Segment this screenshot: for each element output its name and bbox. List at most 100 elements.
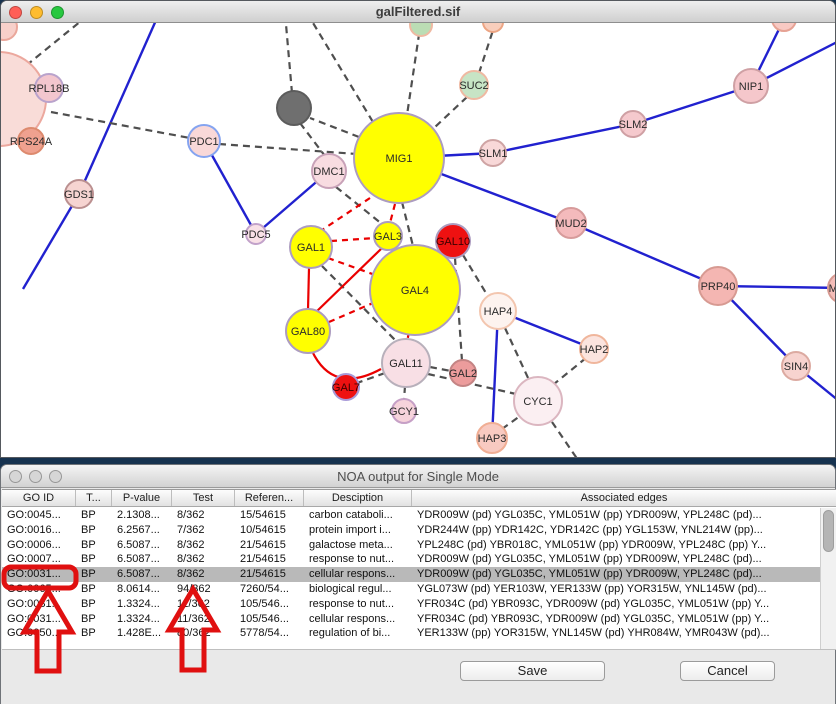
graph-node-label: GDS1 [64, 189, 94, 201]
cell-type: BP [76, 597, 112, 612]
graph-node-label: MUD2 [555, 218, 586, 230]
graph-edge [23, 194, 79, 289]
graph-node-unlabeled[interactable] [772, 23, 796, 31]
cell-go_id: GO:0050... [2, 626, 76, 641]
graph-edge [285, 23, 292, 93]
column-header-reference[interactable]: Referen... [235, 490, 304, 506]
noa-window-titlebar[interactable]: NOA output for Single Mode [1, 465, 835, 488]
network-graph: RPL18BRPS24AGDS1PDC1SUC2SLM1SLM2NIP1MUD2… [1, 23, 836, 458]
cell-reference: 15/54615 [235, 508, 304, 523]
cell-p_value: 6.5087... [112, 567, 172, 582]
cell-edges: YGL073W (pd) YER103W, YER133W (pp) YOR31… [412, 582, 820, 597]
cell-description: regulation of bi... [304, 626, 412, 641]
graph-node-label: DMC1 [313, 166, 344, 178]
table-row[interactable]: GO:0065...BP8.0614...94/3627260/54...bio… [2, 582, 820, 597]
zoom-button-icon[interactable] [51, 6, 64, 19]
table-row[interactable]: GO:0031...BP1.3324...11/362105/546...cel… [2, 612, 820, 627]
cell-test: 8/362 [172, 538, 235, 553]
network-window-titlebar[interactable]: galFiltered.sif [1, 1, 835, 23]
table-row[interactable]: GO:0006...BP6.5087...8/36221/54615galact… [2, 538, 820, 553]
cell-reference: 5778/54... [235, 626, 304, 641]
cell-test: 11/362 [172, 612, 235, 627]
screen: RPL18BRPS24AGDS1PDC1SUC2SLM1SLM2NIP1MUD2… [0, 0, 836, 704]
table-row[interactable]: GO:0045...BP2.1308...8/36215/54615carbon… [2, 508, 820, 523]
cell-edges: YDR009W (pd) YGL035C, YML051W (pp) YDR00… [412, 508, 820, 523]
graph-node-label: GAL1 [297, 242, 325, 254]
cell-go_id: GO:0065... [2, 582, 76, 597]
graph-node-unlabeled[interactable] [1, 23, 17, 40]
graph-edge [51, 112, 190, 138]
cancel-button[interactable]: Cancel [680, 661, 775, 681]
graph-node-label: GAL2 [449, 368, 477, 380]
graph-edge [331, 238, 375, 241]
network-canvas[interactable]: RPL18BRPS24AGDS1PDC1SUC2SLM1SLM2NIP1MUD2… [1, 23, 836, 458]
cell-p_value: 1.3324... [112, 597, 172, 612]
graph-node-unlabeled[interactable] [277, 91, 311, 125]
graph-edge [404, 386, 405, 400]
cell-test: 11/362 [172, 597, 235, 612]
cell-p_value: 1.428E... [112, 626, 172, 641]
cell-test: 80/362 [172, 626, 235, 641]
noa-window-title: NOA output for Single Mode [337, 469, 499, 484]
vertical-scrollbar[interactable] [820, 508, 836, 650]
cell-edges: YFR034C (pd) YBR093C, YDR009W (pd) YGL03… [412, 612, 820, 627]
cell-type: BP [76, 523, 112, 538]
cell-type: BP [76, 508, 112, 523]
table-row[interactable]: GO:0007...BP6.5087...8/36221/54615respon… [2, 552, 820, 567]
save-button[interactable]: Save [460, 661, 605, 681]
cell-description: protein import i... [304, 523, 412, 538]
table-header[interactable]: GO ID T... P-value Test Referen... Desci… [2, 490, 836, 507]
cell-test: 8/362 [172, 567, 235, 582]
cell-description: cellular respons... [304, 612, 412, 627]
cell-type: BP [76, 552, 112, 567]
cell-edges: YDR009W (pd) YGL035C, YML051W (pp) YDR00… [412, 567, 820, 582]
graph-node-label: GAL7 [332, 382, 360, 394]
cell-edges: YPL248C (pd) YBR018C, YML051W (pp) YDR00… [412, 538, 820, 553]
table-row[interactable]: GO:0016...BP6.2567...7/36210/54615protei… [2, 523, 820, 538]
graph-node-label: GAL10 [436, 236, 470, 248]
graph-node-label: GAL11 [389, 358, 422, 370]
cell-reference: 21/54615 [235, 538, 304, 553]
cell-reference: 21/54615 [235, 567, 304, 582]
column-header-test[interactable]: Test [172, 490, 235, 506]
graph-edge [492, 311, 498, 438]
graph-edge [502, 416, 520, 429]
graph-node-label: NIP1 [739, 81, 763, 93]
column-header-p-value[interactable]: P-value [112, 490, 172, 506]
cell-type: BP [76, 626, 112, 641]
graph-edge [493, 124, 633, 153]
column-header-type[interactable]: T... [76, 490, 112, 506]
cell-edges: YFR034C (pd) YBR093C, YDR009W (pd) YGL03… [412, 597, 820, 612]
graph-node-label: CYC1 [523, 396, 552, 408]
column-header-description[interactable]: Desciption [304, 490, 412, 506]
close-button-icon[interactable] [9, 6, 22, 19]
cell-description: cellular respons... [304, 567, 412, 582]
cell-p_value: 1.3324... [112, 612, 172, 627]
minimize-button-icon[interactable] [29, 470, 42, 483]
table-row[interactable]: GO:0031...BP6.5087...8/36221/54615cellul… [2, 567, 820, 582]
cell-reference: 10/54615 [235, 523, 304, 538]
cell-go_id: GO:0031... [2, 597, 76, 612]
cell-go_id: GO:0031... [2, 567, 76, 582]
column-header-associated-edges[interactable]: Associated edges [412, 490, 836, 506]
graph-edge [552, 422, 578, 458]
graph-node-label: MSL1 [829, 283, 836, 295]
table-row[interactable]: GO:0031...BP1.3324...11/362105/546...res… [2, 597, 820, 612]
column-header-go-id[interactable]: GO ID [2, 490, 76, 506]
cell-type: BP [76, 582, 112, 597]
scrollbar-thumb[interactable] [823, 510, 834, 552]
noa-window: NOA output for Single Mode GO ID T... P-… [0, 464, 836, 704]
close-button-icon[interactable] [9, 470, 22, 483]
graph-node-unlabeled[interactable] [483, 23, 503, 32]
results-table: GO ID T... P-value Test Referen... Desci… [2, 489, 836, 650]
graph-node-unlabeled[interactable] [410, 23, 432, 36]
graph-node-label: SIN4 [784, 361, 808, 373]
cell-reference: 7260/54... [235, 582, 304, 597]
cell-go_id: GO:0007... [2, 552, 76, 567]
cell-description: response to nut... [304, 552, 412, 567]
table-row[interactable]: GO:0050...BP1.428E...80/3625778/54...reg… [2, 626, 820, 641]
minimize-button-icon[interactable] [30, 6, 43, 19]
zoom-button-icon[interactable] [49, 470, 62, 483]
cell-test: 8/362 [172, 508, 235, 523]
graph-edge [633, 86, 751, 124]
